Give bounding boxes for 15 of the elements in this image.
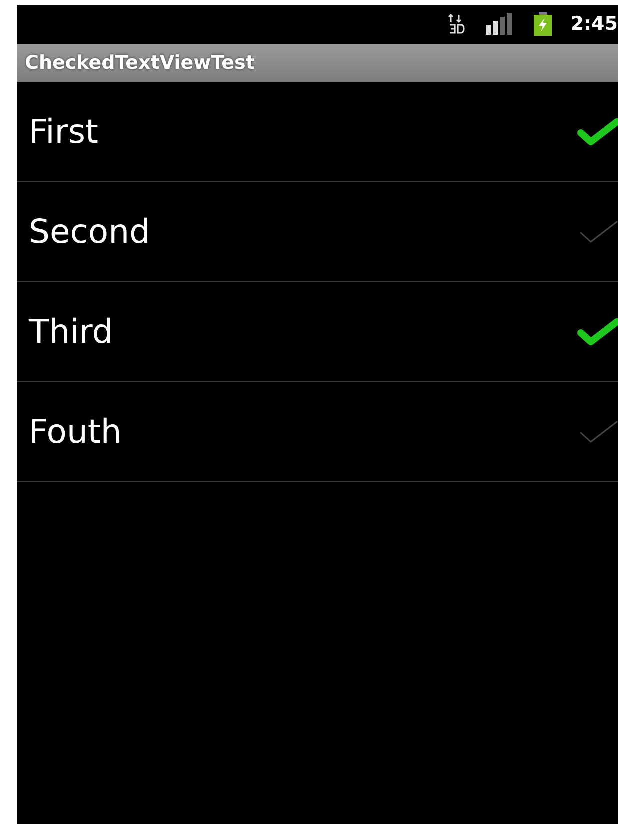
list-item[interactable]: First (17, 82, 618, 182)
item-label: Second (29, 212, 150, 251)
status-time: 2:45 (570, 13, 618, 35)
checkmark-icon[interactable] (577, 116, 618, 148)
checkmark-icon[interactable] (577, 316, 618, 348)
battery-charging-icon (532, 12, 553, 36)
list-item[interactable]: Fouth (17, 382, 618, 482)
app-title: CheckedTextViewTest (25, 52, 255, 74)
network-3g-icon (446, 14, 467, 34)
list-item[interactable]: Second (17, 182, 618, 282)
signal-icon (484, 13, 515, 35)
item-label: Third (29, 312, 114, 351)
item-label: Fouth (29, 412, 122, 451)
item-label: First (29, 112, 98, 151)
list-item[interactable]: Third (17, 282, 618, 382)
